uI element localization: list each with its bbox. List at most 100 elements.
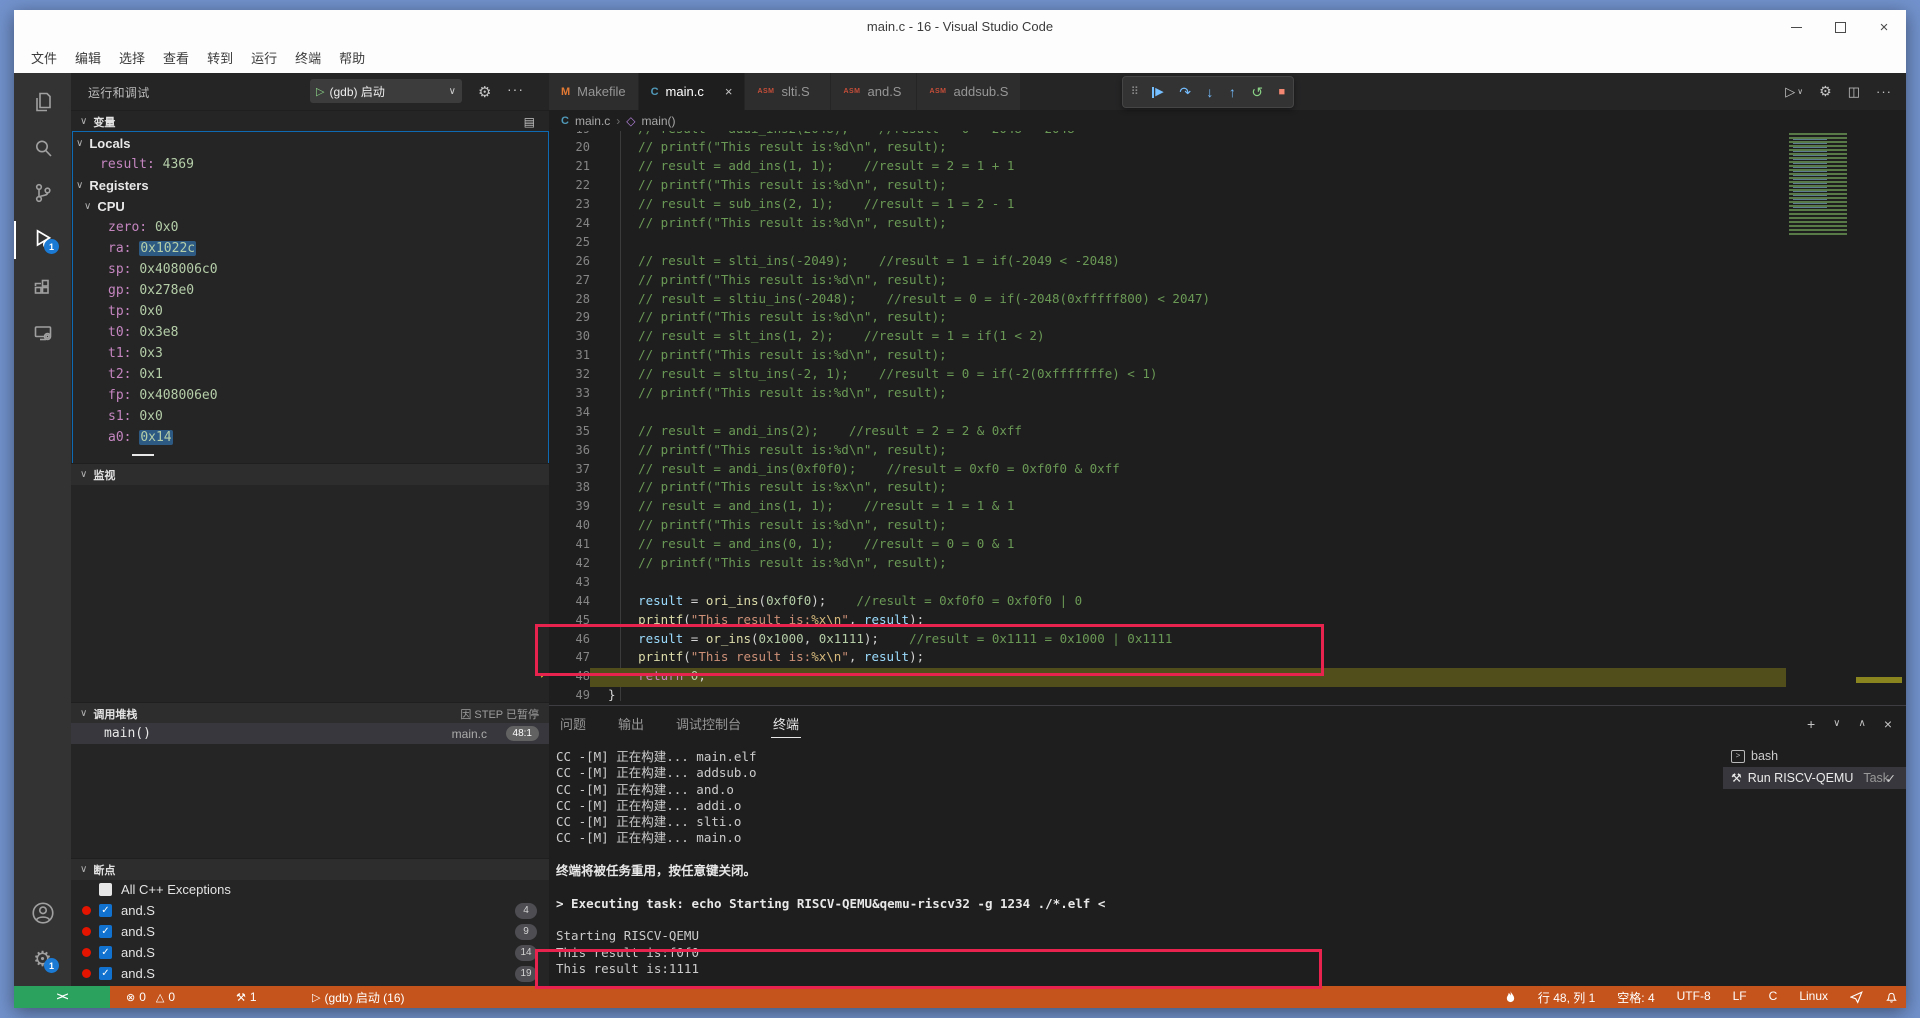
debug-session-status[interactable]: ▷ (gdb) 启动 (16) bbox=[312, 986, 405, 1008]
status-item-Linux[interactable]: Linux bbox=[1799, 989, 1828, 1006]
step-out-button[interactable]: ↑ bbox=[1229, 85, 1236, 99]
variable-row-fp[interactable]: fp: 0x408006e0 bbox=[71, 385, 549, 406]
menu-item-转到[interactable]: 转到 bbox=[198, 44, 242, 73]
close-panel-icon[interactable]: × bbox=[1884, 716, 1892, 732]
step-into-button[interactable]: ↓ bbox=[1206, 85, 1213, 99]
variable-row-zero[interactable]: zero: 0x0 bbox=[71, 217, 549, 238]
code-line-26[interactable]: 26 // result = slti_ins(-2049); //result… bbox=[536, 252, 1786, 271]
breadcrumb[interactable]: C main.c › ◇ main() bbox=[549, 110, 1906, 131]
notifications-bell-icon[interactable] bbox=[1885, 990, 1898, 1004]
tab-addsub.S[interactable]: ASMaddsub.S bbox=[917, 73, 1021, 110]
stack-frame-row[interactable]: main() main.c 48:1 bbox=[71, 723, 549, 744]
title-bar[interactable]: main.c - 16 - Visual Studio Code × bbox=[14, 10, 1906, 44]
panel-layout-icon[interactable]: ▤ bbox=[524, 115, 535, 129]
code-line-45[interactable]: 45 printf("This result is:%x\n", result)… bbox=[536, 611, 1786, 630]
maximize-panel-icon[interactable]: ∧ bbox=[1858, 718, 1865, 729]
code-line-24[interactable]: 24 // printf("This result is:%d\n", resu… bbox=[536, 214, 1786, 233]
start-debug-icon[interactable]: ▷ bbox=[316, 85, 324, 98]
variable-row-t2[interactable]: t2: 0x1 bbox=[71, 364, 549, 385]
code-line-33[interactable]: 33 // printf("This result is:%d\n", resu… bbox=[536, 384, 1786, 403]
panel-tab-输出[interactable]: 输出 bbox=[616, 710, 646, 737]
remote-indicator[interactable]: >< bbox=[14, 986, 110, 1008]
variable-row-s1[interactable]: s1: 0x0 bbox=[71, 406, 549, 427]
status-item-C[interactable]: C bbox=[1769, 989, 1778, 1006]
code-line-29[interactable]: 29 // printf("This result is:%d\n", resu… bbox=[536, 308, 1786, 327]
variable-row-a0[interactable]: a0: 0x14 bbox=[71, 427, 549, 448]
breakpoint-row[interactable]: ✓and.S19 bbox=[71, 963, 549, 984]
watch-section-header[interactable]: ∨ 监视 bbox=[71, 463, 549, 485]
tab-main.c[interactable]: Cmain.c× bbox=[639, 73, 746, 110]
menu-item-运行[interactable]: 运行 bbox=[242, 44, 286, 73]
run-or-debug-button[interactable]: ▷ ∨ bbox=[1785, 84, 1803, 100]
code-line-22[interactable]: 22 // printf("This result is:%d\n", resu… bbox=[536, 176, 1786, 195]
code-line-36[interactable]: 36 // printf("This result is:%d\n", resu… bbox=[536, 441, 1786, 460]
more-actions-icon[interactable]: ··· bbox=[1876, 84, 1892, 99]
code-line-37[interactable]: 37 // result = andi_ins(0xf0f0); //resul… bbox=[536, 460, 1786, 479]
problems-status[interactable]: ⊗ 0 △ 0 bbox=[126, 986, 175, 1008]
code-line-32[interactable]: 32 // result = sltu_ins(-2, 1); //result… bbox=[536, 365, 1786, 384]
variable-row-ra[interactable]: ra: 0x1022c bbox=[71, 238, 549, 259]
code-line-42[interactable]: 42 // printf("This result is:%d\n", resu… bbox=[536, 554, 1786, 573]
checkbox-checked[interactable]: ✓ bbox=[99, 946, 112, 959]
variable-row-t1[interactable]: t1: 0x3 bbox=[71, 343, 549, 364]
code-line-48[interactable]: →48 return 0; bbox=[536, 667, 1786, 686]
feedback-icon[interactable] bbox=[1850, 991, 1863, 1004]
settings-gear-icon[interactable]: ⚙ bbox=[14, 939, 71, 979]
search-icon[interactable] bbox=[14, 128, 71, 168]
breadcrumb-file[interactable]: main.c bbox=[575, 114, 610, 128]
status-item-UTF-8[interactable]: UTF-8 bbox=[1677, 989, 1711, 1006]
panel-tab-问题[interactable]: 问题 bbox=[558, 710, 588, 737]
code-line-49[interactable]: 49} bbox=[536, 686, 1786, 705]
more-actions-icon[interactable]: ··· bbox=[507, 81, 524, 97]
terminal-list-item-Run RISCV-QEMU[interactable]: ⚒Run RISCV-QEMUTask✓ bbox=[1723, 767, 1906, 789]
status-item-行 48, 列 1[interactable]: 行 48, 列 1 bbox=[1538, 989, 1595, 1006]
menu-item-查看[interactable]: 查看 bbox=[154, 44, 198, 73]
variable-row-tp[interactable]: tp: 0x0 bbox=[71, 301, 549, 322]
code-line-28[interactable]: 28 // result = sltiu_ins(-2048); //resul… bbox=[536, 290, 1786, 309]
menu-item-文件[interactable]: 文件 bbox=[22, 44, 66, 73]
launch-config-dropdown[interactable]: ▷ (gdb) 启动 ∨ bbox=[310, 79, 462, 103]
minimize-button[interactable] bbox=[1774, 10, 1818, 44]
status-item-LF[interactable]: LF bbox=[1733, 989, 1747, 1006]
menu-item-编辑[interactable]: 编辑 bbox=[66, 44, 110, 73]
code-line-23[interactable]: 23 // result = sub_ins(2, 1); //result =… bbox=[536, 195, 1786, 214]
checkbox-unchecked[interactable] bbox=[99, 883, 112, 896]
code-line-39[interactable]: 39 // result = and_ins(1, 1); //result =… bbox=[536, 497, 1786, 516]
code-line-40[interactable]: 40 // printf("This result is:%d\n", resu… bbox=[536, 516, 1786, 535]
extensions-icon[interactable] bbox=[14, 267, 71, 307]
code-line-20[interactable]: 20 // printf("This result is:%d\n", resu… bbox=[536, 138, 1786, 157]
menu-item-帮助[interactable]: 帮助 bbox=[330, 44, 374, 73]
terminal-dropdown-icon[interactable]: ∨ bbox=[1833, 718, 1840, 729]
variable-row-t0[interactable]: t0: 0x3e8 bbox=[71, 322, 549, 343]
terminal-list-item-bash[interactable]: >bash bbox=[1723, 745, 1906, 767]
variables-group-Registers[interactable]: ∨Registers bbox=[71, 175, 549, 196]
maximize-button[interactable] bbox=[1818, 10, 1862, 44]
code-line-41[interactable]: 41 // result = and_ins(0, 1); //result =… bbox=[536, 535, 1786, 554]
checkbox-checked[interactable]: ✓ bbox=[99, 967, 112, 980]
account-icon[interactable] bbox=[14, 893, 71, 933]
code-line-30[interactable]: 30 // result = slt_ins(1, 2); //result =… bbox=[536, 327, 1786, 346]
code-line-25[interactable]: 25 bbox=[536, 233, 1786, 252]
code-line-34[interactable]: 34 bbox=[536, 403, 1786, 422]
continue-button[interactable]: ▶ bbox=[1152, 87, 1163, 98]
call-stack-section-header[interactable]: ∨ 调用堆栈 因 STEP 已暂停 bbox=[71, 702, 549, 724]
tab-slti.S[interactable]: ASMslti.S bbox=[745, 73, 831, 110]
menu-item-选择[interactable]: 选择 bbox=[110, 44, 154, 73]
code-line-47[interactable]: 47 printf("This result is:%x\n", result)… bbox=[536, 648, 1786, 667]
breadcrumb-symbol[interactable]: main() bbox=[642, 114, 676, 128]
variables-group-CPU[interactable]: ∨CPU bbox=[71, 196, 549, 217]
flame-icon[interactable] bbox=[1505, 991, 1516, 1004]
panel-tab-调试控制台[interactable]: 调试控制台 bbox=[674, 710, 743, 737]
panel-tab-终端[interactable]: 终端 bbox=[771, 710, 801, 738]
breakpoint-row[interactable]: ✓and.S4 bbox=[71, 900, 549, 921]
code-editor[interactable]: 19 // result = addi_ins2(2048); //result… bbox=[536, 120, 1786, 706]
menu-item-终端[interactable]: 终端 bbox=[286, 44, 330, 73]
breakpoint-row[interactable]: ✓and.S14 bbox=[71, 942, 549, 963]
stop-button[interactable]: ■ bbox=[1279, 87, 1286, 98]
remote-explorer-icon[interactable] bbox=[14, 313, 71, 353]
debug-settings-gear-icon[interactable]: ⚙ bbox=[478, 83, 491, 101]
code-line-27[interactable]: 27 // printf("This result is:%d\n", resu… bbox=[536, 271, 1786, 290]
code-line-46[interactable]: 46 result = or_ins(0x1000, 0x1111); //re… bbox=[536, 630, 1786, 649]
source-control-icon[interactable] bbox=[14, 173, 71, 213]
variable-row-result[interactable]: result: 4369 bbox=[71, 154, 549, 175]
